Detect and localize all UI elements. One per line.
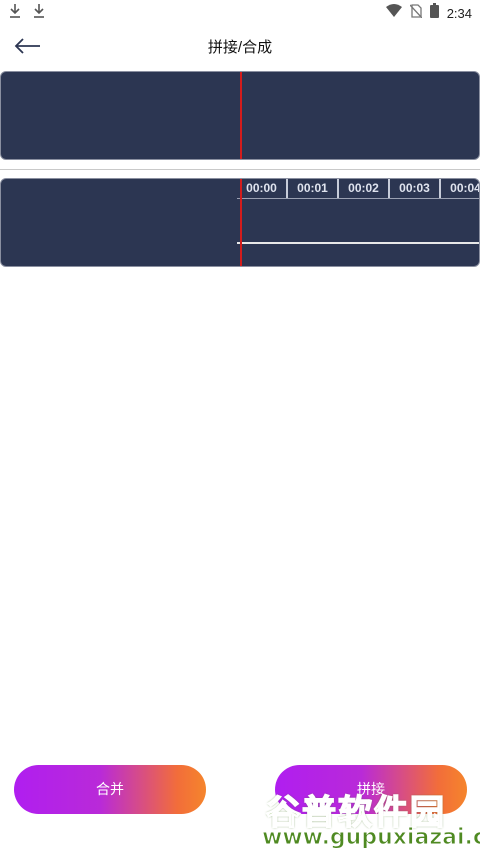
timeline-tick: 00:03 (390, 179, 441, 198)
app-bar: 拼接/合成 (0, 24, 480, 68)
timeline-tick: 00:04 (441, 179, 479, 198)
page-title: 拼接/合成 (207, 39, 273, 56)
screen: 2:34 拼接/合成 00:00 00:01 00:02 00:03 00:04 (0, 0, 480, 854)
status-left (8, 3, 46, 19)
divider (0, 169, 480, 170)
status-right: 2:34 (385, 3, 472, 23)
download-icon (32, 3, 46, 19)
timeline-panel[interactable]: 00:00 00:01 00:02 00:03 00:04 (0, 178, 480, 267)
no-sim-icon (409, 3, 423, 23)
preview-panel[interactable] (0, 71, 480, 160)
playhead-marker[interactable] (240, 179, 242, 266)
timeline-tick: 00:02 (339, 179, 390, 198)
download-icon (8, 3, 22, 19)
status-bar: 2:34 (0, 0, 480, 24)
timeline-track[interactable] (237, 242, 479, 244)
watermark: 谷普软件园 www.gupuxiazai.com (262, 785, 480, 854)
playhead-marker (240, 72, 242, 159)
status-time: 2:34 (446, 5, 472, 21)
merge-button[interactable]: 合并 (14, 765, 206, 814)
timeline-ruler: 00:00 00:01 00:02 00:03 00:04 (237, 179, 479, 199)
battery-icon (429, 3, 439, 23)
watermark-url: www.gupuxiazai.com (262, 825, 480, 851)
wifi-icon (385, 3, 402, 23)
timeline-tick: 00:01 (288, 179, 339, 198)
timeline-tick: 00:00 (237, 179, 288, 198)
